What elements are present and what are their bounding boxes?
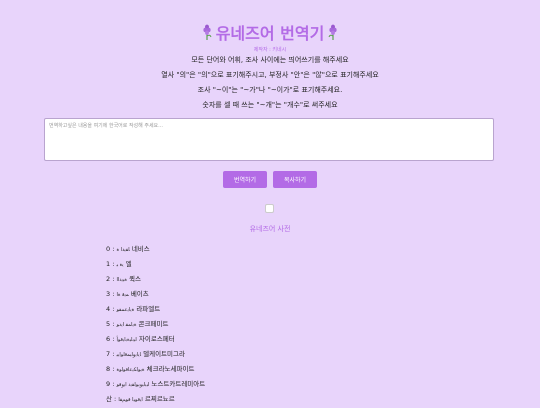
instruction-line: 열사 "의"은 "의"으로 표기해주시고, 부정사 "안"은 "않"으로 표기해… — [161, 71, 379, 79]
translation-input[interactable]: 번역하고싶은 내용을 여기에 한국어로 작성해 주세요... — [44, 118, 494, 161]
list-item: 4 : ﺓﯾﺍﯾﻋﻤﻘﻮ 라파엘트 — [106, 305, 161, 313]
page-title: 유네즈어 번역기 — [215, 24, 325, 43]
instruction-line: 모든 단어와 어휘, 조사 사이에는 띄어쓰기를 해주세요 — [191, 56, 349, 64]
copy-button[interactable]: 복사하기 — [273, 171, 317, 188]
list-item: 7 : ﺎﯾﺍﯾﻭﺍﯿﻤﻗﺍﻮﺍﯾﯿ 델케이트미그라 — [106, 350, 185, 358]
translate-button[interactable]: 번역하기 — [223, 171, 267, 188]
list-item: 1 : ﯾﺓ ﯿ 엘 — [106, 260, 132, 268]
instruction-line: 조사 "~이"는 "~가"나 "~이가"로 표기해주세요. — [197, 86, 343, 94]
author-credit: 제작자 : 키네시 — [253, 47, 287, 53]
list-item: 3 : ﻤﯾﻗ ﺓﺍ 베이츠 — [106, 290, 149, 298]
list-item: 0 : ﺎﻘﯾﺩﺍ ﺓ 네비스 — [106, 245, 150, 253]
header: 유네즈어 번역기 제작자 : 키네시 — [0, 20, 540, 53]
instruction-line: 숫자를 셀 때 쓰는 "~개"는 "개수"로 써주세요 — [202, 101, 338, 109]
list-item: 6 : ﺍﯿﺑﺍﯿﺓﺑﺍﯾﻗﻮﺃ 자이로스페터 — [106, 335, 175, 343]
lavender-icon — [328, 24, 337, 40]
list-item: 5 : ﺓﯾﺍﻤﻘ ﺍﯾﺩﻮ 콘크페미트 — [106, 320, 169, 328]
lavender-icon — [203, 24, 212, 40]
title-row: 유네즈어 번역기 — [0, 20, 540, 44]
dictionary-title: 유네즈어 사전 — [249, 225, 291, 233]
list-item: 2 : ﺓﯿﯾﺩﺍﺍ 퀵스 — [106, 275, 142, 283]
list-item: 8 : ﺓﯾﻮﺍﻜﯾﻋﺍﻗﻮﺍﻮﺓ 체크라노세파이트 — [106, 365, 195, 373]
dictionary-toggle[interactable] — [265, 204, 274, 213]
dictionary-list: 0 : ﺎﻘﯾﺩﺍ ﺓ 네비스 1 : ﯾﺓ ﯿ 엘 2 : ﺓﯿﯾﺩﺍﺍ 퀵스… — [106, 242, 205, 407]
list-item: 9 : ﺍﯿﺑﺍﯿﻭﯾﻮﺍﻘﯾﺩ ﺍﯾﻭﻗﻮ 노스트카트레미아트 — [106, 380, 206, 388]
